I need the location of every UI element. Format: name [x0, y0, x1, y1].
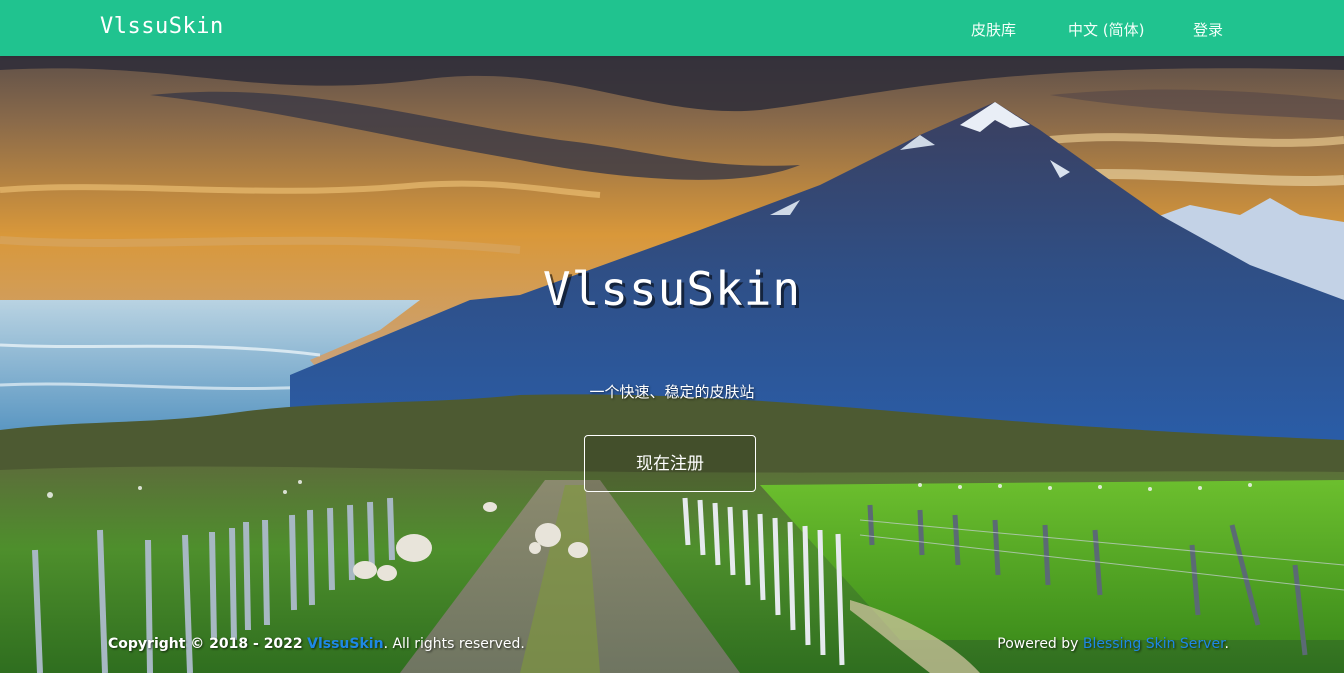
footer-powered-by: Powered by Blessing Skin Server.: [997, 636, 1229, 652]
top-navbar: VlssuSkin 皮肤库 中文 (简体) 登录: [0, 0, 1344, 56]
hero-title: VlssuSkin: [542, 262, 802, 316]
rights-text: . All rights reserved.: [383, 636, 525, 652]
powered-by-text: Powered by: [997, 636, 1079, 652]
nav-login[interactable]: 登录: [1193, 19, 1223, 40]
footer-site-link[interactable]: VlssuSkin: [307, 636, 383, 652]
blessing-skin-link[interactable]: Blessing Skin Server: [1083, 636, 1225, 652]
register-button[interactable]: 现在注册: [584, 435, 756, 492]
powered-suffix: .: [1224, 636, 1229, 652]
hero-background: [0, 0, 1344, 673]
copyright-text: Copyright © 2018 - 2022: [108, 636, 303, 652]
nav-language-select[interactable]: 中文 (简体): [1068, 19, 1144, 40]
footer-copyright: Copyright © 2018 - 2022 VlssuSkin. All r…: [108, 636, 525, 652]
hero-subtitle: 一个快速、稳定的皮肤站: [589, 383, 755, 401]
nav-skin-library[interactable]: 皮肤库: [971, 19, 1016, 40]
brand-logo-link[interactable]: VlssuSkin: [100, 14, 224, 39]
